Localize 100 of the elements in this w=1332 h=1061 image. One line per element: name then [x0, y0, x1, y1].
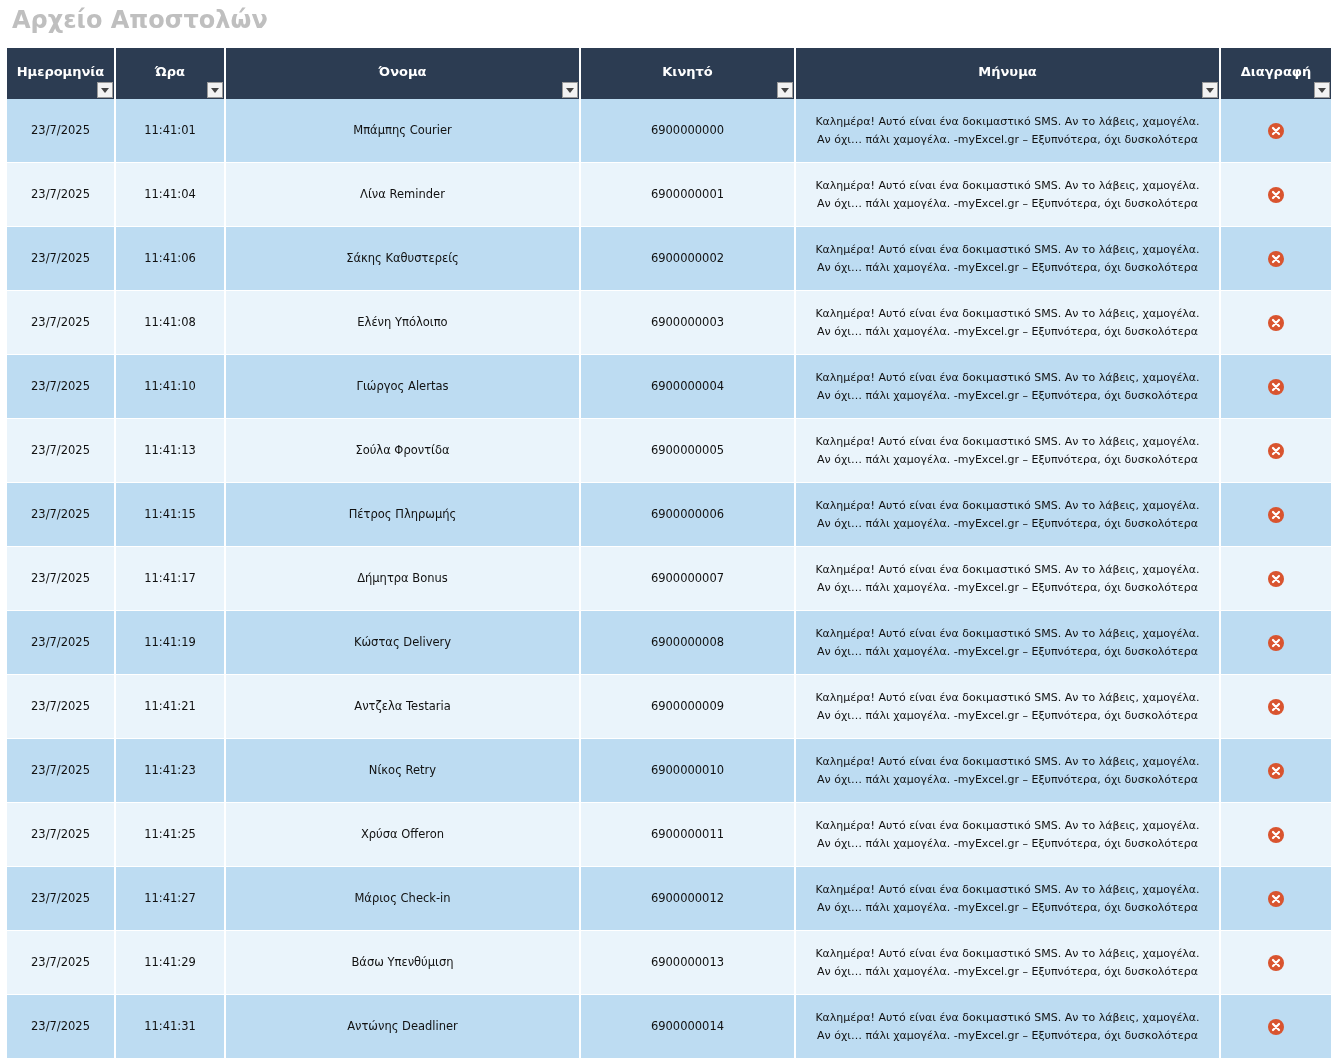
time-cell: 11:41:25 — [116, 803, 226, 867]
name-cell: Σάκης Καθυστερείς — [226, 227, 581, 291]
date-cell: 23/7/2025 — [7, 611, 116, 675]
delete-button[interactable] — [1268, 762, 1284, 779]
close-icon — [1268, 954, 1284, 971]
column-header: Ώρα — [116, 48, 226, 99]
date-cell: 23/7/2025 — [7, 163, 116, 227]
delete-button[interactable] — [1268, 890, 1284, 907]
delete-button[interactable] — [1268, 122, 1284, 139]
time-cell: 11:41:04 — [116, 163, 226, 227]
filter-dropdown-button[interactable] — [562, 82, 578, 98]
name-cell: Λίνα Reminder — [226, 163, 581, 227]
time-cell: 11:41:06 — [116, 227, 226, 291]
message-cell: Καλημέρα! Αυτό είναι ένα δοκιμαστικό SMS. Αν το λάβεις, χαμογέλα. Αν όχι… πάλι χαμογέλα. -myExcel.gr – Εξυπνότερα, όχι δυσκολότερα — [796, 739, 1221, 803]
message-cell: Καλημέρα! Αυτό είναι ένα δοκιμαστικό SMS. Αν το λάβεις, χαμογέλα. Αν όχι… πάλι χαμογέλα. -myExcel.gr – Εξυπνότερα, όχι δυσκολότερα — [796, 99, 1221, 163]
date-cell: 23/7/2025 — [7, 675, 116, 739]
time-cell: 11:41:17 — [116, 547, 226, 611]
mobile-cell: 6900000009 — [581, 675, 796, 739]
filter-dropdown-button[interactable] — [97, 82, 113, 98]
date-cell: 23/7/2025 — [7, 931, 116, 995]
filter-dropdown-button[interactable] — [1314, 82, 1330, 98]
delete-button[interactable] — [1268, 314, 1284, 331]
close-icon — [1268, 122, 1284, 139]
name-cell: Αντζελα Testaria — [226, 675, 581, 739]
date-cell: 23/7/2025 — [7, 483, 116, 547]
close-icon — [1268, 442, 1284, 459]
name-cell: Δήμητρα Bonus — [226, 547, 581, 611]
date-cell: 23/7/2025 — [7, 867, 116, 931]
time-cell: 11:41:10 — [116, 355, 226, 419]
name-cell: Γιώργος Alertas — [226, 355, 581, 419]
caret-icon — [1206, 87, 1214, 93]
date-cell: 23/7/2025 — [7, 355, 116, 419]
mobile-cell: 6900000006 — [581, 483, 796, 547]
close-icon — [1268, 506, 1284, 523]
close-icon — [1268, 378, 1284, 395]
name-cell: Ελένη Υπόλοιπο — [226, 291, 581, 355]
delete-button[interactable] — [1268, 186, 1284, 203]
date-cell: 23/7/2025 — [7, 803, 116, 867]
close-icon — [1268, 698, 1284, 715]
date-cell: 23/7/2025 — [7, 547, 116, 611]
close-icon — [1268, 314, 1284, 331]
close-icon — [1268, 250, 1284, 267]
delete-button[interactable] — [1268, 634, 1284, 651]
mobile-cell: 6900000012 — [581, 867, 796, 931]
message-cell: Καλημέρα! Αυτό είναι ένα δοκιμαστικό SMS. Αν το λάβεις, χαμογέλα. Αν όχι… πάλι χαμογέλα. -myExcel.gr – Εξυπνότερα, όχι δυσκολότερα — [796, 803, 1221, 867]
message-cell: Καλημέρα! Αυτό είναι ένα δοκιμαστικό SMS. Αν το λάβεις, χαμογέλα. Αν όχι… πάλι χαμογέλα. -myExcel.gr – Εξυπνότερα, όχι δυσκολότερα — [796, 291, 1221, 355]
column-header: Κινητό — [581, 48, 796, 99]
mobile-cell: 6900000014 — [581, 995, 796, 1059]
name-cell: Μάριος Check-in — [226, 867, 581, 931]
date-cell: 23/7/2025 — [7, 291, 116, 355]
message-cell: Καλημέρα! Αυτό είναι ένα δοκιμαστικό SMS. Αν το λάβεις, χαμογέλα. Αν όχι… πάλι χαμογέλα. -myExcel.gr – Εξυπνότερα, όχι δυσκολότερα — [796, 419, 1221, 483]
time-cell: 11:41:08 — [116, 291, 226, 355]
time-cell: 11:41:01 — [116, 99, 226, 163]
mobile-cell: 6900000010 — [581, 739, 796, 803]
time-cell: 11:41:19 — [116, 611, 226, 675]
mobile-cell: 6900000003 — [581, 291, 796, 355]
name-cell: Μπάμπης Courier — [226, 99, 581, 163]
delete-button[interactable] — [1268, 442, 1284, 459]
column-header: Ημερομηνία — [7, 48, 116, 99]
delete-button[interactable] — [1268, 378, 1284, 395]
mobile-cell: 6900000007 — [581, 547, 796, 611]
filter-dropdown-button[interactable] — [1202, 82, 1218, 98]
name-cell: Χρύσα Offeron — [226, 803, 581, 867]
delete-button[interactable] — [1268, 250, 1284, 267]
mobile-cell: 6900000013 — [581, 931, 796, 995]
mobile-cell: 6900000008 — [581, 611, 796, 675]
delete-button[interactable] — [1268, 570, 1284, 587]
delete-button[interactable] — [1268, 506, 1284, 523]
sheet-title: Αρχείο Αποστολών — [11, 5, 269, 36]
delete-button[interactable] — [1268, 1018, 1284, 1035]
column-header: Διαγραφή — [1221, 48, 1331, 99]
column-header: Όνομα — [226, 48, 581, 99]
filter-dropdown-button[interactable] — [207, 82, 223, 98]
date-cell: 23/7/2025 — [7, 99, 116, 163]
close-icon — [1268, 890, 1284, 907]
mobile-cell: 6900000011 — [581, 803, 796, 867]
time-cell: 11:41:31 — [116, 995, 226, 1059]
message-cell: Καλημέρα! Αυτό είναι ένα δοκιμαστικό SMS. Αν το λάβεις, χαμογέλα. Αν όχι… πάλι χαμογέλα. -myExcel.gr – Εξυπνότερα, όχι δυσκολότερα — [796, 227, 1221, 291]
name-cell: Νίκος Retry — [226, 739, 581, 803]
name-cell: Κώστας Delivery — [226, 611, 581, 675]
close-icon — [1268, 186, 1284, 203]
delete-button[interactable] — [1268, 698, 1284, 715]
column-header: Μήνυμα — [796, 48, 1221, 99]
caret-icon — [1318, 87, 1326, 93]
message-cell: Καλημέρα! Αυτό είναι ένα δοκιμαστικό SMS. Αν το λάβεις, χαμογέλα. Αν όχι… πάλι χαμογέλα. -myExcel.gr – Εξυπνότερα, όχι δυσκολότερα — [796, 931, 1221, 995]
message-cell: Καλημέρα! Αυτό είναι ένα δοκιμαστικό SMS. Αν το λάβεις, χαμογέλα. Αν όχι… πάλι χαμογέλα. -myExcel.gr – Εξυπνότερα, όχι δυσκολότερα — [796, 995, 1221, 1059]
caret-icon — [211, 87, 219, 93]
filter-dropdown-button[interactable] — [777, 82, 793, 98]
delete-button[interactable] — [1268, 954, 1284, 971]
mobile-cell: 6900000000 — [581, 99, 796, 163]
time-cell: 11:41:15 — [116, 483, 226, 547]
message-cell: Καλημέρα! Αυτό είναι ένα δοκιμαστικό SMS. Αν το λάβεις, χαμογέλα. Αν όχι… πάλι χαμογέλα. -myExcel.gr – Εξυπνότερα, όχι δυσκολότερα — [796, 483, 1221, 547]
date-cell: 23/7/2025 — [7, 995, 116, 1059]
message-cell: Καλημέρα! Αυτό είναι ένα δοκιμαστικό SMS. Αν το λάβεις, χαμογέλα. Αν όχι… πάλι χαμογέλα. -myExcel.gr – Εξυπνότερα, όχι δυσκολότερα — [796, 675, 1221, 739]
mobile-cell: 6900000001 — [581, 163, 796, 227]
name-cell: Σούλα Φροντίδα — [226, 419, 581, 483]
message-cell: Καλημέρα! Αυτό είναι ένα δοκιμαστικό SMS. Αν το λάβεις, χαμογέλα. Αν όχι… πάλι χαμογέλα. -myExcel.gr – Εξυπνότερα, όχι δυσκολότερα — [796, 355, 1221, 419]
message-cell: Καλημέρα! Αυτό είναι ένα δοκιμαστικό SMS. Αν το λάβεις, χαμογέλα. Αν όχι… πάλι χαμογέλα. -myExcel.gr – Εξυπνότερα, όχι δυσκολότερα — [796, 867, 1221, 931]
caret-icon — [781, 87, 789, 93]
delete-button[interactable] — [1268, 826, 1284, 843]
